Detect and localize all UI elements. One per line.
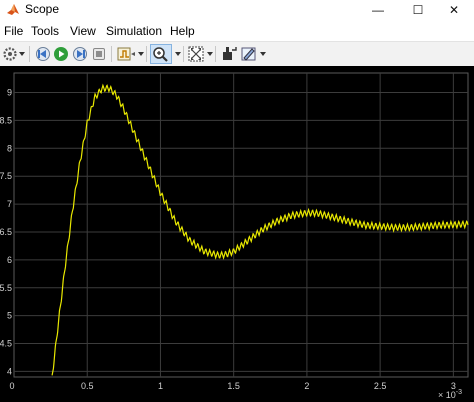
x-multiplier-text: × 10 (438, 390, 456, 400)
toolbar (0, 41, 474, 67)
menu-view[interactable]: View (70, 24, 96, 38)
menu-file[interactable]: File (4, 24, 23, 38)
x-multiplier-exponent: -3 (455, 389, 463, 396)
trigger-dropdown-icon[interactable] (138, 52, 144, 56)
y-tick-label: 7 (7, 199, 12, 209)
y-tick-label: 6 (7, 255, 12, 265)
y-tick-label: 8 (7, 143, 12, 153)
y-tick-label: 7.5 (0, 171, 12, 181)
y-tick-label: 6.5 (0, 227, 12, 237)
y-tick-label: 5 (7, 311, 12, 321)
y-tick-label: 4 (7, 366, 12, 376)
y-tick-label: 8.5 (0, 115, 12, 125)
trigger-icon[interactable] (116, 44, 136, 64)
scope-display[interactable]: 0 0.5 1 1.5 2 2.5 3 4 4.5 5 5.5 6 6.5 7 7.5 8 8.5 9 × 10… (0, 66, 474, 402)
toolbar-separator (111, 46, 112, 62)
x-tick-label: 2.5 (374, 381, 387, 391)
toolbar-separator (183, 46, 184, 62)
x-tick-label: 0 (9, 381, 14, 391)
x-tick-label: 2 (304, 381, 309, 391)
style-icon[interactable] (240, 44, 258, 64)
menu-simulation[interactable]: Simulation (106, 24, 162, 38)
zoom-dropdown-icon[interactable] (175, 52, 181, 56)
step-back-icon[interactable] (34, 44, 52, 64)
window-title: Scope (25, 2, 60, 16)
toolbar-separator (146, 46, 147, 62)
style-dropdown-icon[interactable] (260, 52, 266, 56)
title-bar: Scope — ☐ ✕ (0, 0, 474, 20)
step-forward-icon[interactable] (71, 44, 89, 64)
autoscale-icon[interactable] (187, 44, 205, 64)
minimize-icon[interactable]: — (358, 0, 398, 20)
menu-help[interactable]: Help (170, 24, 195, 38)
scope-plot-svg[interactable]: 0 0.5 1 1.5 2 2.5 3 44.555.566.577.588.59 (0, 66, 474, 402)
maximize-icon[interactable]: ☐ (398, 0, 438, 20)
menu-tools[interactable]: Tools (31, 24, 59, 38)
y-tick-label: 9 (7, 88, 12, 98)
y-tick-label: 5.5 (0, 283, 12, 293)
zoom-icon[interactable] (150, 44, 172, 64)
x-tick-label: 0.5 (81, 381, 94, 391)
matlab-app-icon (7, 4, 19, 15)
settings-gear-icon[interactable] (2, 44, 18, 64)
toolbar-separator (29, 46, 30, 62)
x-exponent-label: × 10-3 (438, 389, 462, 400)
signal-trace (51, 83, 469, 376)
y-tick-label: 4.5 (0, 339, 12, 349)
run-icon[interactable] (53, 44, 69, 64)
stop-icon[interactable] (91, 44, 107, 64)
toolbar-separator (215, 46, 216, 62)
autoscale-dropdown-icon[interactable] (207, 52, 213, 56)
x-tick-label: 1.5 (227, 381, 240, 391)
menu-bar: File Tools View Simulation Help (0, 20, 474, 41)
close-icon[interactable]: ✕ (434, 0, 474, 20)
settings-dropdown-icon[interactable] (19, 52, 25, 56)
x-tick-label: 1 (158, 381, 163, 391)
cursor-measure-icon[interactable] (220, 44, 238, 64)
